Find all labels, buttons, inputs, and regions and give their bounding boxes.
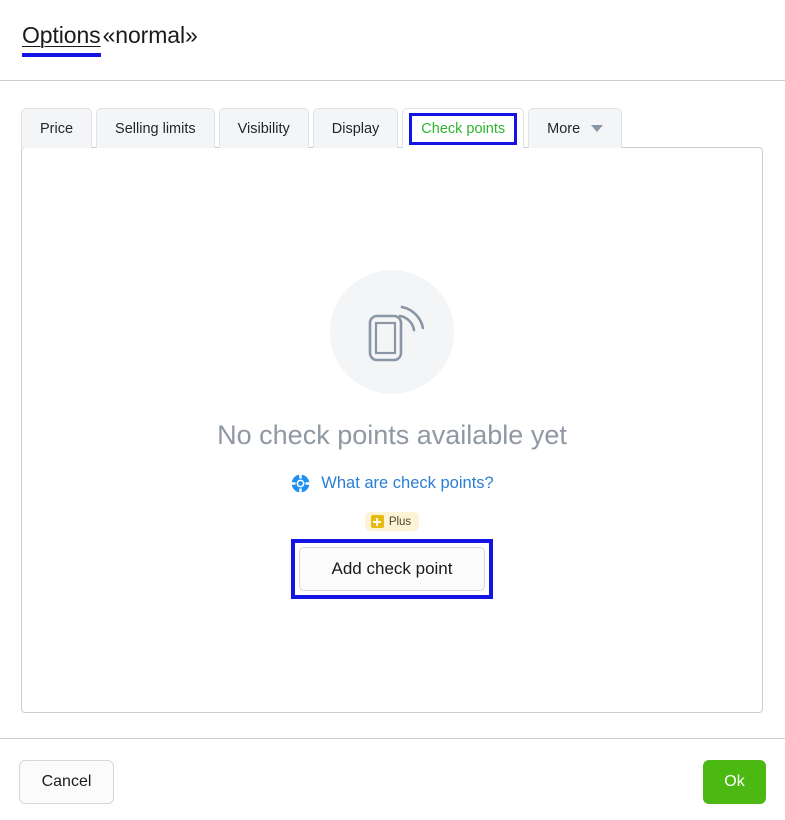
tab-visibility-label: Visibility: [238, 121, 290, 137]
tab-visibility[interactable]: Visibility: [219, 108, 309, 148]
help-link-label: What are check points?: [321, 474, 493, 493]
empty-state: No check points available yet What are c…: [22, 270, 762, 599]
tab-check-points[interactable]: Check points: [402, 108, 524, 148]
status-badge: Plus: [365, 512, 419, 531]
tab-display-label: Display: [332, 121, 380, 137]
tab-check-points-label: Check points: [409, 113, 517, 145]
tab-bar: Price Selling limits Visibility Display …: [21, 108, 622, 148]
dialog-footer: Cancel Ok: [0, 738, 785, 820]
nfc-phone-icon: [356, 296, 428, 368]
ok-button[interactable]: Ok: [703, 760, 766, 804]
tab-content-panel: No check points available yet What are c…: [21, 147, 763, 713]
what-are-check-points-link[interactable]: What are check points?: [22, 473, 762, 494]
tab-more[interactable]: More: [528, 108, 622, 148]
plus-badge-label: Plus: [389, 516, 411, 528]
chevron-down-icon: [591, 125, 603, 132]
tab-selling-limits-label: Selling limits: [115, 121, 196, 137]
plus-square-icon: [371, 515, 384, 528]
page-title: Options«normal»: [22, 22, 198, 49]
tab-more-label: More: [547, 121, 580, 137]
dialog-header: Options«normal»: [0, 0, 785, 81]
tab-display[interactable]: Display: [313, 108, 399, 148]
lifebuoy-icon: [290, 473, 311, 494]
tab-selling-limits[interactable]: Selling limits: [96, 108, 215, 148]
empty-state-icon-circle: [330, 270, 454, 394]
page-title-suffix: «normal»: [103, 22, 198, 48]
cancel-button[interactable]: Cancel: [19, 760, 114, 804]
tab-price[interactable]: Price: [21, 108, 92, 148]
empty-state-title: No check points available yet: [22, 420, 762, 451]
page-title-main: Options: [22, 22, 101, 48]
plus-badge-wrapper: Plus: [22, 494, 762, 533]
add-check-point-highlight: Add check point: [291, 539, 493, 599]
add-check-point-button[interactable]: Add check point: [299, 547, 485, 591]
tab-price-label: Price: [40, 121, 73, 137]
options-dialog: Options«normal» Price Selling limits Vis…: [0, 0, 785, 820]
